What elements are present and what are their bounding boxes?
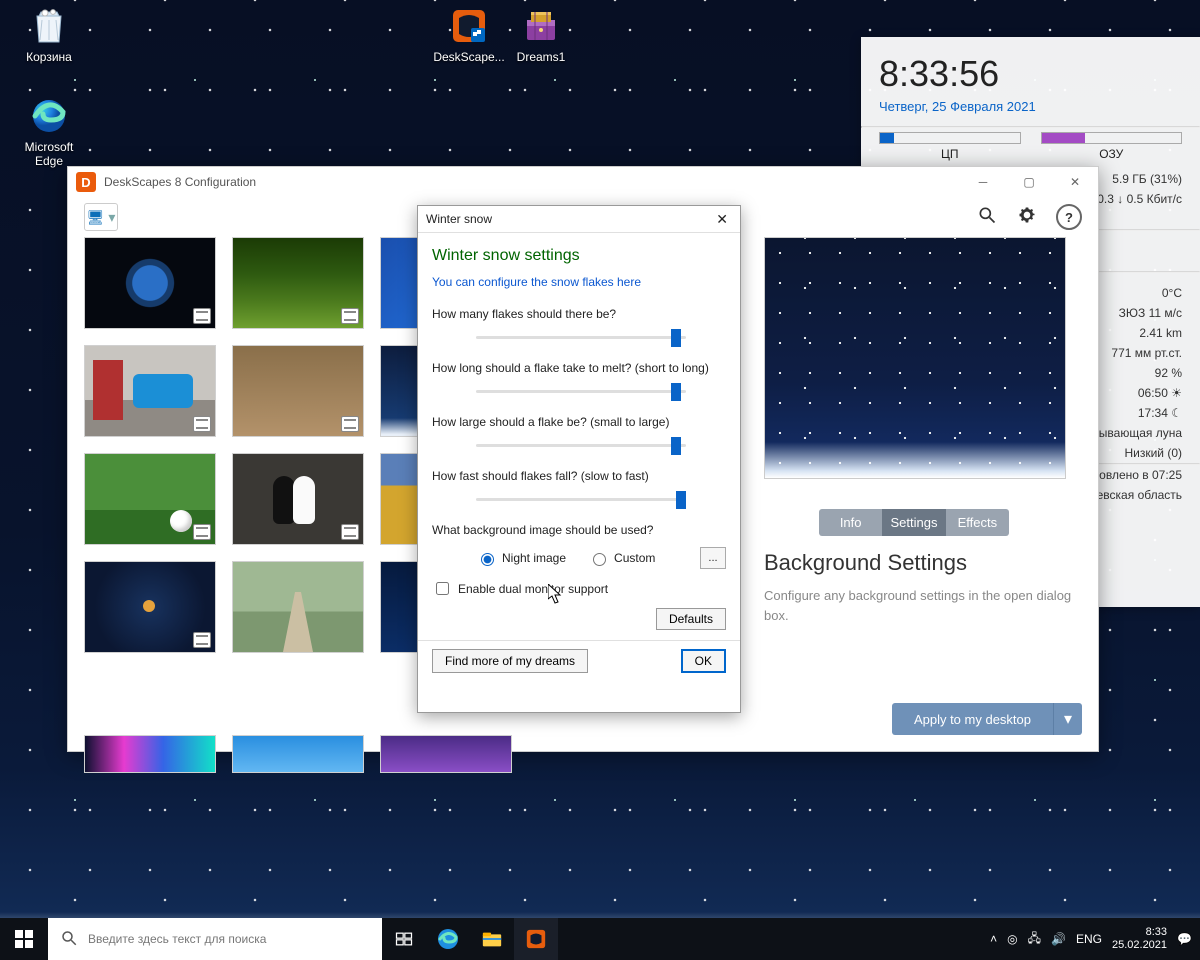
ok-button[interactable]: OK — [681, 649, 726, 673]
winter-snow-dialog: Winter snow ✕ Winter snow settings You c… — [417, 205, 741, 713]
dialog-help-link[interactable]: You can configure the snow flakes here — [432, 275, 726, 289]
video-badge-icon — [341, 524, 359, 540]
find-more-button[interactable]: Find more of my dreams — [432, 649, 588, 673]
thumbnail-win10[interactable] — [232, 735, 364, 773]
radio-night-image[interactable]: Night image — [476, 550, 566, 566]
label-flake-size: How large should a flake be? (small to l… — [432, 415, 726, 429]
start-button[interactable] — [0, 918, 48, 960]
window-title: DeskScapes 8 Configuration — [104, 175, 256, 189]
winrar-icon — [521, 6, 561, 46]
video-badge-icon — [193, 632, 211, 648]
thumbnail-grass[interactable] — [232, 237, 364, 329]
section-subtitle: Configure any background settings in the… — [764, 586, 1082, 625]
tray-clock[interactable]: 8:33 25.02.2021 — [1112, 926, 1167, 951]
tray-language[interactable]: ENG — [1076, 932, 1102, 946]
help-icon[interactable]: ? — [1056, 204, 1082, 230]
desktop-icon-label: Корзина — [10, 50, 88, 64]
taskbar: Введите здесь текст для поиска ˄ ◎ 🖧 🔊 E… — [0, 918, 1200, 960]
tray-volume-icon[interactable]: 🔊 — [1051, 932, 1066, 946]
thumbnail-equalizer[interactable] — [84, 735, 216, 773]
tab-settings[interactable]: Settings — [882, 509, 945, 536]
app-icon: D — [76, 172, 96, 192]
label-fall-speed: How fast should flakes fall? (slow to fa… — [432, 469, 726, 483]
defaults-button[interactable]: Defaults — [656, 608, 726, 630]
widget-ram-meter: ОЗУ — [1041, 132, 1183, 161]
edge-icon — [29, 96, 69, 136]
thumbnail-earth[interactable] — [84, 237, 216, 329]
close-button[interactable]: ✕ — [1052, 167, 1098, 197]
gear-icon[interactable] — [1016, 204, 1038, 226]
tray-network-icon[interactable]: 🖧 — [1028, 929, 1041, 950]
widget-cpu-meter: ЦП — [879, 132, 1021, 161]
label-melt-time: How long should a flake take to melt? (s… — [432, 361, 726, 375]
slider-flake-size[interactable] — [476, 433, 686, 459]
label-flake-count: How many flakes should there be? — [432, 307, 726, 321]
thumbnail-sand[interactable] — [232, 345, 364, 437]
monitor-icon: 🖥 — [87, 209, 105, 226]
minimize-button[interactable]: ─ — [960, 167, 1006, 197]
desktop-icon-recycle-bin[interactable]: Корзина — [10, 6, 88, 64]
search-placeholder: Введите здесь текст для поиска — [88, 932, 266, 946]
desktop-icon-dreams1[interactable]: Dreams1 — [502, 6, 580, 64]
titlebar[interactable]: D DeskScapes 8 Configuration ─ ▢ ✕ — [68, 167, 1098, 197]
slider-melt-time[interactable] — [476, 379, 686, 405]
apply-button[interactable]: Apply to my desktop ▾ — [892, 703, 1082, 735]
desktop-icon-label: DeskScape... — [430, 50, 508, 64]
taskbar-app-explorer[interactable] — [470, 918, 514, 960]
thumbnail-car[interactable] — [84, 345, 216, 437]
tray-chevron-up-icon[interactable]: ˄ — [990, 932, 997, 946]
thumbnail-cats[interactable] — [232, 453, 364, 545]
preview-image — [764, 237, 1066, 479]
maximize-button[interactable]: ▢ — [1006, 167, 1052, 197]
deskscapes-icon — [449, 6, 489, 46]
task-view-button[interactable] — [382, 918, 426, 960]
video-badge-icon — [193, 524, 211, 540]
widget-clock: 8:33:56 — [861, 37, 1200, 95]
system-tray: ˄ ◎ 🖧 🔊 ENG 8:33 25.02.2021 💬 — [982, 918, 1200, 960]
browse-button[interactable]: ... — [700, 547, 726, 569]
search-icon — [60, 929, 78, 950]
radio-custom[interactable]: Custom — [588, 550, 655, 566]
taskbar-app-deskscapes[interactable] — [514, 918, 558, 960]
video-badge-icon — [193, 416, 211, 432]
tray-location-icon[interactable]: ◎ — [1007, 932, 1017, 946]
tab-effects[interactable]: Effects — [946, 509, 1009, 536]
desktop-icon-label: Dreams1 — [502, 50, 580, 64]
taskbar-app-edge[interactable] — [426, 918, 470, 960]
recycle-bin-icon — [29, 6, 69, 46]
close-icon[interactable]: ✕ — [712, 211, 732, 228]
widget-date: Четверг, 25 Февраля 2021 — [861, 95, 1200, 126]
label-background-image: What background image should be used? — [432, 523, 726, 537]
thumbnail-path[interactable] — [232, 561, 364, 653]
slider-flake-count[interactable] — [476, 325, 686, 351]
wallpaper-grid-overflow — [84, 735, 514, 771]
dialog-heading: Winter snow settings — [432, 247, 726, 265]
apply-button-label: Apply to my desktop — [892, 703, 1053, 735]
dialog-title: Winter snow — [426, 212, 492, 226]
taskbar-search[interactable]: Введите здесь текст для поиска — [48, 918, 382, 960]
checkbox-dual-monitor[interactable]: Enable dual monitor support — [432, 579, 726, 598]
desktop-icon-label: Microsoft Edge — [10, 140, 88, 168]
thumbnail-golf[interactable] — [84, 453, 216, 545]
dialog-titlebar[interactable]: Winter snow ✕ — [418, 206, 740, 233]
search-icon[interactable] — [976, 204, 998, 226]
section-title: Background Settings — [764, 550, 1082, 576]
video-badge-icon — [341, 308, 359, 324]
thumbnail-purple[interactable] — [380, 735, 512, 773]
chevron-down-icon[interactable]: ▾ — [1053, 703, 1082, 735]
tab-info[interactable]: Info — [819, 509, 882, 536]
tabbar: Info Settings Effects — [819, 509, 1009, 536]
tray-notifications-icon[interactable]: 💬 — [1177, 932, 1192, 946]
desktop-icon-edge[interactable]: Microsoft Edge — [10, 96, 88, 168]
chevron-down-icon: ▾ — [108, 209, 115, 226]
monitor-select-button[interactable]: 🖥▾ — [84, 203, 118, 231]
thumbnail-planets[interactable] — [84, 561, 216, 653]
slider-fall-speed[interactable] — [476, 487, 686, 513]
video-badge-icon — [341, 416, 359, 432]
video-badge-icon — [193, 308, 211, 324]
desktop-icon-deskscapes[interactable]: DeskScape... — [430, 6, 508, 64]
